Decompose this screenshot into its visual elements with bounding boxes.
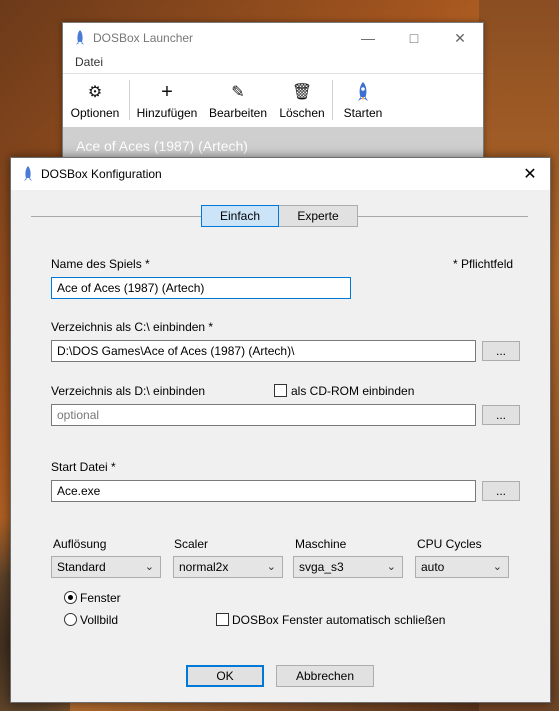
game-title: Ace of Aces (1987) (Artech) [76, 138, 248, 154]
scaler-label: Scaler [174, 537, 209, 551]
start-file-field[interactable]: Ace.exe [51, 480, 476, 502]
browse-start-button[interactable]: ... [482, 481, 520, 501]
scaler-value: normal2x [179, 560, 229, 574]
options-label: Optionen [70, 106, 120, 120]
resolution-label: Auflösung [53, 537, 107, 551]
cycles-value: auto [421, 560, 445, 574]
start-label: Starten [343, 106, 383, 120]
menu-datei[interactable]: Datei [75, 55, 103, 69]
tab-einfach[interactable]: Einfach [201, 205, 279, 227]
launcher-window: DOSBox Launcher — □ ✕ Datei ⚙ Optionen +… [62, 22, 484, 174]
tab-experte[interactable]: Experte [279, 205, 358, 227]
menu-bar: Datei [63, 53, 483, 71]
dialog-title: DOSBox Konfiguration [41, 167, 162, 181]
d-drive-label: Verzeichnis als D:\ einbinden [51, 384, 206, 398]
edit-label: Bearbeiten [208, 106, 268, 120]
ok-button[interactable]: OK [186, 665, 264, 687]
rocket-icon [356, 82, 370, 102]
chevron-down-icon: ⌄ [144, 561, 154, 573]
rocket-icon [74, 30, 86, 49]
start-file-label: Start Datei * [51, 460, 116, 474]
c-drive-field[interactable]: D:\DOS Games\Ace of Aces (1987) (Artech)… [51, 340, 476, 362]
trash-icon: 🗑 [291, 84, 313, 101]
cancel-button[interactable]: Abbrechen [276, 665, 374, 687]
chevron-down-icon: ⌄ [386, 561, 396, 573]
resolution-value: Standard [57, 560, 106, 574]
machine-select[interactable]: svga_s3 ⌄ [293, 556, 403, 578]
launcher-toolbar: ⚙ Optionen + Hinzufügen ✎ Bearbeiten 🗑 L… [63, 73, 483, 126]
browse-d-button[interactable]: ... [482, 405, 520, 425]
toolbar-separator [129, 80, 130, 120]
scaler-select[interactable]: normal2x ⌄ [173, 556, 283, 578]
close-icon[interactable]: ✕ [510, 158, 550, 190]
fullscreen-label: Vollbild [80, 613, 119, 627]
c-drive-label: Verzeichnis als C:\ einbinden * [51, 320, 214, 334]
delete-label: Löschen [279, 106, 325, 120]
machine-label: Maschine [295, 537, 347, 551]
required-note: * Pflichtfeld [453, 257, 514, 271]
divider [358, 216, 528, 217]
gear-icon: ⚙ [87, 84, 103, 101]
rocket-icon [22, 166, 34, 185]
mode-tabs: Einfach Experte [201, 205, 358, 227]
name-field[interactable]: Ace of Aces (1987) (Artech) [51, 277, 351, 299]
minimize-icon[interactable]: — [345, 23, 391, 53]
pencil-icon: ✎ [231, 84, 245, 101]
cycles-select[interactable]: auto ⌄ [415, 556, 509, 578]
cdrom-label: als CD-ROM einbinden [291, 384, 415, 398]
cycles-label: CPU Cycles [417, 537, 482, 551]
name-label: Name des Spiels * [51, 257, 150, 271]
add-button[interactable]: + Hinzufügen [132, 74, 202, 126]
resolution-select[interactable]: Standard ⌄ [51, 556, 161, 578]
start-button[interactable]: Starten [335, 74, 391, 126]
autoclose-label: DOSBox Fenster automatisch schließen [232, 613, 446, 627]
add-label: Hinzufügen [136, 106, 198, 120]
close-icon[interactable]: ✕ [437, 23, 483, 53]
maximize-icon[interactable]: □ [391, 23, 437, 53]
fullscreen-radio[interactable] [64, 613, 77, 626]
machine-value: svga_s3 [299, 560, 344, 574]
dialog-title-bar: DOSBox Konfiguration ✕ [11, 158, 550, 190]
options-button[interactable]: ⚙ Optionen [63, 74, 127, 126]
browse-c-button[interactable]: ... [482, 341, 520, 361]
cdrom-checkbox[interactable] [274, 384, 287, 397]
autoclose-checkbox[interactable] [216, 613, 229, 626]
launcher-title-bar: DOSBox Launcher — □ ✕ [63, 23, 483, 53]
edit-button[interactable]: ✎ Bearbeiten [202, 74, 274, 126]
plus-icon: + [161, 80, 173, 103]
divider [31, 216, 201, 217]
delete-button[interactable]: 🗑 Löschen [274, 74, 330, 126]
chevron-down-icon: ⌄ [266, 561, 276, 573]
window-label: Fenster [80, 591, 121, 605]
chevron-down-icon: ⌄ [492, 561, 502, 573]
launcher-title: DOSBox Launcher [93, 31, 194, 45]
toolbar-separator [332, 80, 333, 120]
d-drive-field[interactable]: optional [51, 404, 476, 426]
window-radio[interactable] [64, 591, 77, 604]
